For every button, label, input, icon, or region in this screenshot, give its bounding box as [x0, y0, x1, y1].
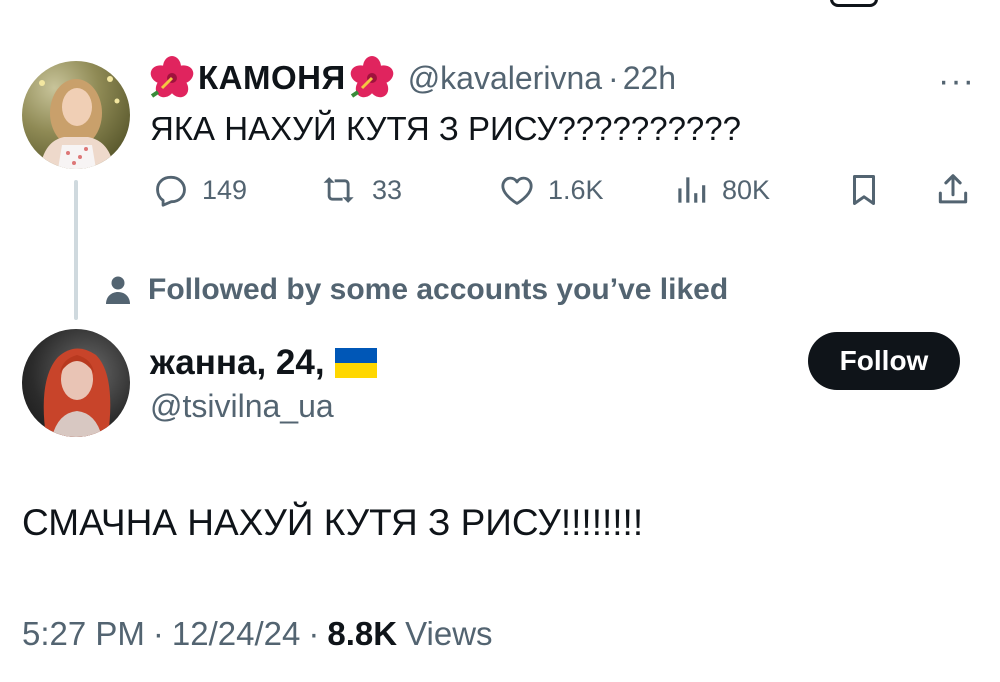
repost-icon [323, 177, 354, 203]
hibiscus-icon [150, 56, 194, 98]
reply-icon [156, 175, 186, 207]
ukraine-flag-icon [334, 348, 377, 378]
parent-tweet-text: ЯКА НАХУЙ КУТЯ З РИСУ?????????? [150, 110, 741, 147]
thread-line [74, 180, 78, 320]
handle[interactable]: @tsivilna_ua [150, 388, 334, 425]
more-options-icon[interactable]: ··· [938, 62, 975, 101]
views-count: 8.8K [327, 615, 398, 652]
share-button[interactable] [934, 168, 972, 212]
reply-button[interactable]: 149 [152, 168, 247, 212]
separator: · [608, 59, 619, 96]
views-count: 80K [722, 174, 771, 205]
tweet-time[interactable]: 5:27 PM [22, 615, 145, 653]
tweet-date[interactable]: 12/24/24 [172, 615, 300, 653]
tweet-time[interactable]: 22h [623, 60, 676, 97]
handle[interactable]: @kavalerivna [408, 60, 602, 97]
repost-button[interactable]: 33 [322, 168, 402, 212]
main-tweet-header: жанна, 24, [150, 340, 377, 386]
analytics-icon [678, 177, 706, 203]
bookmark-icon [852, 175, 876, 205]
avatar-tsivilna-ua[interactable] [22, 329, 130, 437]
avatar-kavalerivna[interactable] [22, 61, 130, 169]
bookmark-button[interactable] [845, 168, 883, 212]
views-button[interactable]: 80K [672, 168, 770, 212]
repost-count: 33 [372, 174, 403, 205]
top-icon-partial [830, 0, 878, 7]
main-tweet-text: СМАЧНА НАХУЙ КУТЯ З РИСУ!!!!!!!! [22, 502, 644, 543]
hibiscus-icon [350, 56, 393, 98]
social-context: Followed by some accounts you’ve liked [104, 268, 728, 312]
display-name[interactable]: КАМОНЯ [198, 59, 346, 97]
like-button[interactable]: 1.6K [498, 168, 604, 212]
separator: · [152, 615, 164, 652]
person-icon [106, 276, 130, 304]
share-icon [938, 174, 968, 204]
reply-count: 149 [202, 174, 248, 205]
heart-icon [501, 176, 533, 205]
social-context-text: Followed by some accounts you’ve liked [148, 273, 729, 306]
like-count: 1.6K [548, 174, 604, 205]
parent-tweet-header: КАМОНЯ @kavalerivna · 22h [150, 56, 676, 100]
separator: · [308, 615, 320, 652]
display-name[interactable]: жанна, 24, [150, 343, 325, 383]
follow-button[interactable]: Follow [808, 332, 960, 390]
tweet-meta: 5:27 PM · 12/24/24 · 8.8K Views [22, 615, 493, 653]
avatar-photo-icon [43, 348, 111, 437]
views-label: Views [405, 615, 493, 652]
avatar-photo-icon [39, 76, 120, 169]
